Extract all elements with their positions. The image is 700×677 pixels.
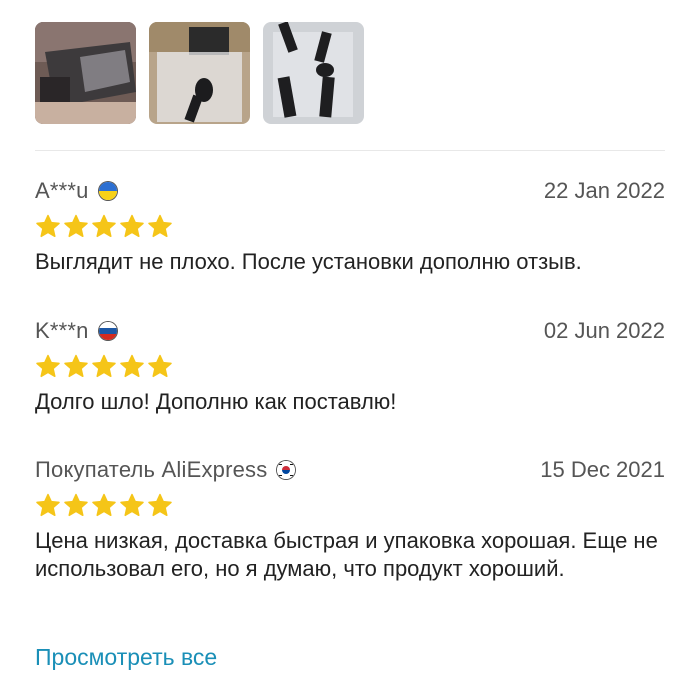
star-rating [35, 354, 665, 378]
product-photo-box-icon [35, 22, 136, 124]
star-icon [119, 493, 145, 517]
star-icon [119, 214, 145, 238]
review-text: Цена низкая, доставка быстрая и упаковка… [35, 528, 658, 581]
ukraine-flag-icon [98, 182, 117, 200]
review-photo-1[interactable] [35, 22, 136, 124]
review-photo-3[interactable] [263, 22, 364, 124]
review-text: Выглядит не плохо. После установки допол… [35, 249, 582, 274]
review-item: A***u 22 Jan 2022 Выглядит не плохо. Пос… [35, 172, 665, 276]
review-photos [35, 22, 364, 124]
star-icon [63, 214, 89, 238]
review-date: 15 Dec 2021 [540, 457, 665, 482]
review-author: Покупатель AliExpress [35, 457, 268, 482]
product-photo-valve-icon [149, 22, 250, 124]
review-author: K***n [35, 318, 89, 343]
review-date: 02 Jun 2022 [543, 318, 665, 343]
star-rating [35, 214, 665, 238]
star-icon [147, 493, 173, 517]
review-item: Покупатель AliExpress 15 Dec 2021 Цена н… [35, 451, 665, 583]
star-icon [91, 214, 117, 238]
product-photo-valves-bag-icon [263, 22, 364, 124]
star-rating [35, 493, 665, 517]
star-icon [119, 354, 145, 378]
star-icon [91, 493, 117, 517]
star-icon [91, 354, 117, 378]
star-icon [147, 354, 173, 378]
star-icon [35, 354, 61, 378]
south-korea-flag-icon [277, 461, 296, 479]
star-icon [147, 214, 173, 238]
review-item: K***n 02 Jun 2022 Долго шло! Дополню как… [35, 312, 665, 416]
review-text: Долго шло! Дополню как поставлю! [35, 389, 397, 414]
review-author: A***u [35, 178, 89, 203]
star-icon [63, 493, 89, 517]
view-all-link[interactable]: Просмотреть все [35, 644, 217, 671]
russia-flag-icon [98, 322, 117, 340]
star-icon [35, 214, 61, 238]
divider [35, 150, 665, 151]
review-photo-2[interactable] [149, 22, 250, 124]
review-date: 22 Jan 2022 [543, 178, 665, 203]
star-icon [35, 493, 61, 517]
star-icon [63, 354, 89, 378]
